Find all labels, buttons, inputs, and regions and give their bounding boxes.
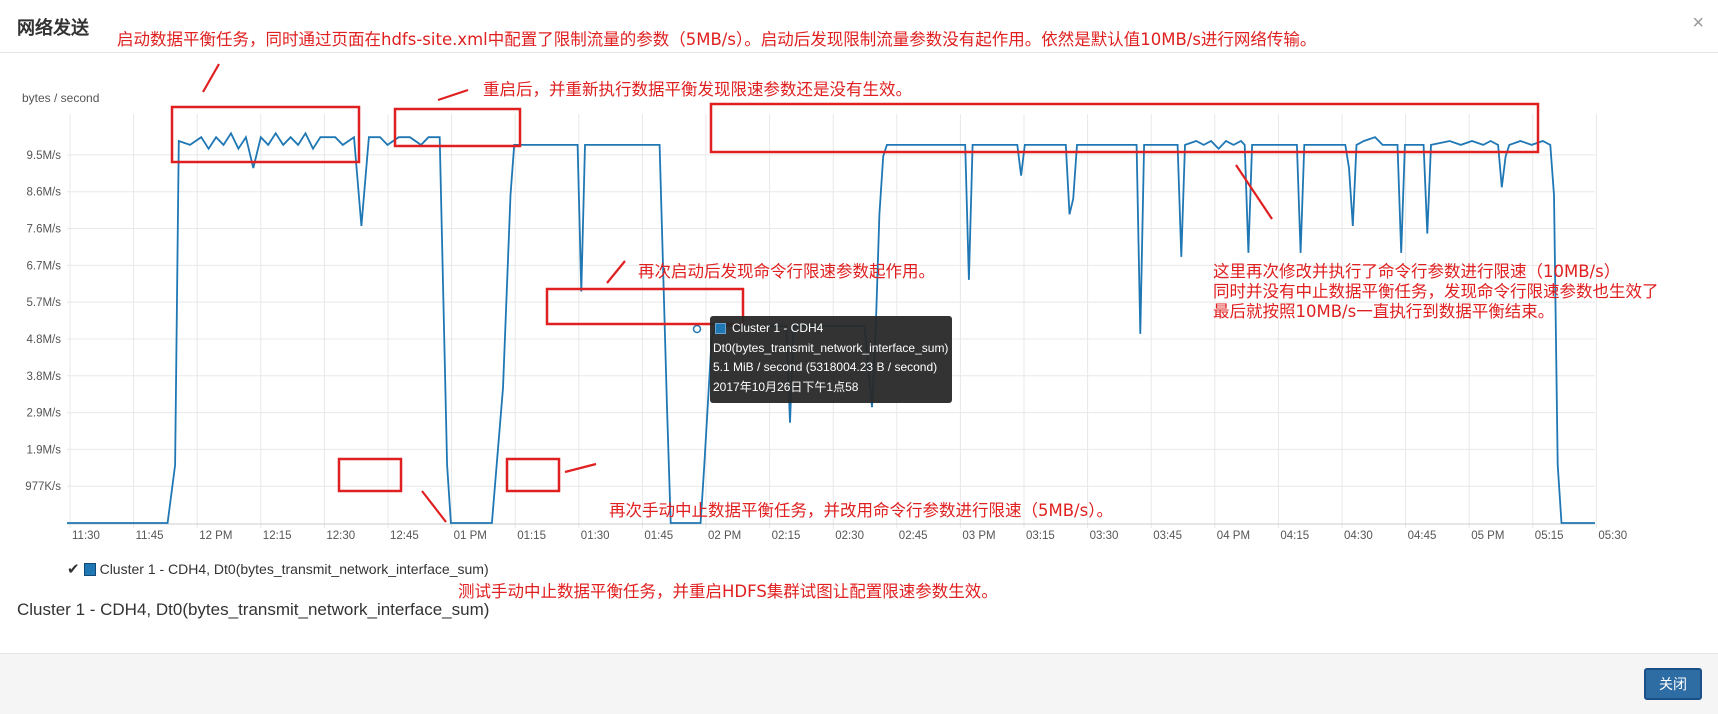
dialog-footer: 关闭	[0, 653, 1718, 714]
y-tick-label: 4.8M/s	[26, 334, 61, 346]
x-tick-label: 12:30	[326, 530, 355, 542]
hover-point	[692, 324, 702, 334]
close-button[interactable]: 关闭	[1644, 668, 1702, 700]
y-tick-label: 2.9M/s	[26, 408, 61, 420]
y-tick-label: 6.7M/s	[26, 260, 61, 272]
annotation-box-1	[170, 105, 361, 164]
annotation-text-6: 测试手动中止数据平衡任务，并重启HDFS集群试图让配置限速参数生效。	[458, 582, 998, 601]
y-tick-label: 8.6M/s	[26, 187, 61, 199]
chart-tooltip: Cluster 1 - CDH4 Dt0(bytes_transmit_netw…	[710, 316, 952, 403]
annotation-text-4c: 最后就按照10MB/s一直执行到数据平衡结束。	[1213, 302, 1555, 321]
legend-check-icon[interactable]: ✔	[67, 560, 80, 578]
close-icon[interactable]: ×	[1692, 12, 1704, 35]
x-tick-label: 02 PM	[708, 530, 741, 542]
x-tick-label: 01:45	[644, 530, 673, 542]
y-tick-label: 1.9M/s	[26, 444, 61, 456]
x-tick-label: 11:45	[136, 530, 164, 542]
annotation-text-2: 重启后，并重新执行数据平衡发现限速参数还是没有生效。	[483, 80, 912, 99]
y-tick-label: 7.6M/s	[26, 224, 61, 236]
x-tick-label: 05:15	[1535, 530, 1564, 542]
x-tick-label: 12 PM	[199, 530, 232, 542]
x-tick-label: 01 PM	[454, 530, 487, 542]
x-tick-label: 02:15	[772, 530, 801, 542]
annotation-text-1: 启动数据平衡任务，同时通过页面在hdfs-site.xml中配置了限制流量的参数…	[117, 30, 1317, 49]
x-tick-label: 05 PM	[1471, 530, 1504, 542]
tooltip-series: Cluster 1 - CDH4	[732, 321, 824, 335]
network-send-dialog: 网络发送 × bytes / second 977K/s 1.9M/s 2.9M/s…	[0, 0, 1718, 714]
x-tick-label: 12:45	[390, 530, 419, 542]
x-tick-label: 03 PM	[962, 530, 995, 542]
x-tick-label: 04:15	[1280, 530, 1309, 542]
x-tick-label: 01:30	[581, 530, 610, 542]
y-tick-label: 5.7M/s	[26, 297, 61, 309]
x-tick-label: 01:15	[517, 530, 546, 542]
x-tick-label: 04:30	[1344, 530, 1373, 542]
tooltip-metric: Dt0(bytes_transmit_network_interface_sum…	[713, 340, 949, 355]
y-tick-label: 9.5M/s	[26, 150, 61, 162]
chart-legend[interactable]: ✔ Cluster 1 - CDH4, Dt0(bytes_transmit_n…	[67, 560, 489, 578]
legend-swatch	[83, 562, 96, 576]
x-tick-label: 03:30	[1090, 530, 1119, 542]
legend-label: Cluster 1 - CDH4, Dt0(bytes_transmit_net…	[99, 561, 489, 577]
y-tick-label: 977K/s	[25, 481, 61, 493]
tooltip-time: 2017年10月26日下午1点58	[713, 379, 859, 394]
x-tick-label: 02:45	[899, 530, 928, 542]
dialog-title: 网络发送	[17, 18, 89, 38]
annotation-arrows	[202, 63, 1273, 523]
arrow-3	[606, 260, 626, 284]
chart-caption: Cluster 1 - CDH4, Dt0(bytes_transmit_net…	[17, 600, 490, 619]
x-tick-label: 04:45	[1408, 530, 1437, 542]
annotation-text-3: 再次启动后发现命令行限速参数起作用。	[638, 262, 935, 281]
x-tick-label: 04 PM	[1217, 530, 1250, 542]
x-tick-label: 03:15	[1026, 530, 1055, 542]
x-tick-label: 12:15	[263, 530, 292, 542]
arrow-6	[564, 462, 597, 474]
tooltip-value: 5.1 MiB / second (5318004.23 B / second)	[713, 360, 938, 374]
x-tick-label: 02:30	[835, 530, 864, 542]
x-axis-ticks: 11:30 11:45 12 PM 12:15 12:30 12:45 01 PM 01:15…	[72, 530, 1627, 542]
y-axis-label: bytes / second	[22, 91, 99, 105]
annotation-text-5: 再次手动中止数据平衡任务，并改用命令行参数进行限速（5MB/s）。	[609, 501, 1113, 520]
arrow-5	[421, 490, 447, 523]
y-axis-ticks: 977K/s 1.9M/s 2.9M/s 3.8M/s 4.8M/s 5.7M/s 6.7M…	[25, 150, 61, 493]
arrow-1	[202, 63, 220, 93]
x-tick-label: 11:30	[72, 530, 100, 542]
arrow-2	[437, 88, 469, 102]
y-tick-label: 3.8M/s	[26, 371, 61, 383]
x-tick-label: 03:45	[1153, 530, 1182, 542]
x-tick-label: 05:30	[1598, 530, 1627, 542]
tooltip-swatch	[715, 323, 726, 335]
